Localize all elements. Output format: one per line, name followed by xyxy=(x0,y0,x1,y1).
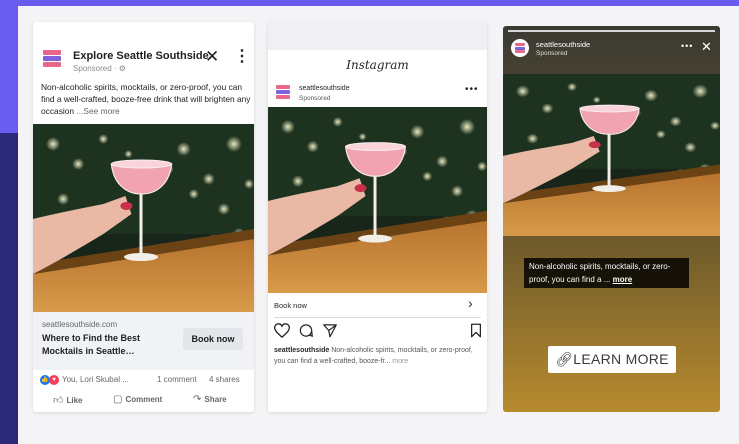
avatar[interactable] xyxy=(511,39,529,57)
sponsored-label: Sponsored xyxy=(536,50,568,57)
close-icon[interactable]: ✕ xyxy=(205,48,219,65)
instagram-feed-ad-preview: Instagram seattlesouthside Sponsored •••… xyxy=(268,22,487,412)
instagram-story-ad-preview: seattlesouthside Sponsored ••• ✕ Non-alc… xyxy=(503,26,720,412)
divider xyxy=(274,317,481,318)
more-icon[interactable]: ••• xyxy=(681,41,693,51)
comment-label: Comment xyxy=(125,395,163,404)
sponsored-label: Sponsored xyxy=(299,95,331,102)
like-label: Like xyxy=(66,396,83,405)
brand-logo-icon xyxy=(43,50,61,68)
story-progress-bar xyxy=(508,30,715,32)
brand-logo-icon xyxy=(276,85,290,99)
learn-more-button[interactable]: 🔗︎LEARN MORE xyxy=(548,346,676,373)
caption-more-link[interactable]: more xyxy=(390,358,408,365)
instagram-top-strip xyxy=(268,22,487,50)
book-now-button[interactable]: Book now xyxy=(274,301,307,310)
bookmark-icon[interactable] xyxy=(470,323,482,338)
like-button[interactable]: 👍︎ Like xyxy=(53,394,82,406)
close-icon[interactable]: ✕ xyxy=(701,39,712,55)
overlay-more-link[interactable]: more xyxy=(613,275,633,284)
see-more-link[interactable]: ...See more xyxy=(74,106,119,116)
heart-icon[interactable] xyxy=(274,323,290,338)
link-domain: seattlesouthside.com xyxy=(42,320,118,329)
sponsored-label: Sponsored · ⚙ xyxy=(73,64,126,73)
chevron-right-icon[interactable]: › xyxy=(468,295,473,311)
link-headline: Where to Find the Best Mocktails in Seat… xyxy=(42,333,141,356)
facebook-primary-text: Non-alcoholic spirits, mocktails, or zer… xyxy=(41,81,251,117)
story-username[interactable]: seattlesouthside xyxy=(536,40,590,49)
more-icon[interactable]: ⋮ xyxy=(234,48,250,65)
more-icon[interactable]: ••• xyxy=(465,84,479,95)
primary-text: Non-alcoholic spirits, mocktails, or zer… xyxy=(41,82,251,116)
facebook-link-preview[interactable]: seattlesouthside.com Where to Find the B… xyxy=(33,312,254,370)
ad-image[interactable] xyxy=(268,107,487,293)
comment-count[interactable]: 1 comment xyxy=(157,375,197,384)
instagram-wordmark: Instagram xyxy=(346,58,409,72)
share-label: Share xyxy=(204,395,227,404)
instagram-caption: seattlesouthside Non-alcoholic spirits, … xyxy=(274,345,482,367)
reaction-names[interactable]: You, Lori Skubal ... xyxy=(62,375,129,384)
share-count[interactable]: 4 shares xyxy=(209,375,240,384)
learn-more-label: LEARN MORE xyxy=(573,351,669,367)
ad-image[interactable] xyxy=(33,124,254,312)
ad-image xyxy=(503,74,720,236)
book-now-button[interactable]: Book now xyxy=(183,328,243,350)
instagram-username[interactable]: seattlesouthside xyxy=(299,85,350,92)
instagram-action-bar xyxy=(274,323,484,339)
love-reaction-icon: ♥ xyxy=(49,375,59,385)
thumbs-up-icon: 👍︎ xyxy=(53,395,64,406)
share-button[interactable]: ↷ Share xyxy=(193,394,227,405)
facebook-page-name[interactable]: Explore Seattle Southside xyxy=(73,50,209,62)
overlay-text: Non-alcoholic spirits, mocktails, or zer… xyxy=(529,262,671,284)
reactions-row: 👍 ♥ You, Lori Skubal ... 1 comment 4 sha… xyxy=(33,374,254,388)
comment-icon: ▢ xyxy=(113,394,123,405)
facebook-ad-preview: Explore Seattle Southside Sponsored · ⚙ … xyxy=(33,22,254,412)
caption-username[interactable]: seattlesouthside xyxy=(274,347,329,354)
comment-button[interactable]: ▢ Comment xyxy=(113,394,162,405)
send-icon[interactable] xyxy=(322,323,338,338)
brand-logo-icon xyxy=(515,43,525,53)
facebook-action-bar: 👍︎ Like ▢ Comment ↷ Share xyxy=(33,394,254,410)
link-icon: 🔗︎ xyxy=(555,351,574,367)
share-icon: ↷ xyxy=(193,394,202,405)
comment-icon[interactable] xyxy=(298,323,314,338)
story-text-overlay: Non-alcoholic spirits, mocktails, or zer… xyxy=(524,258,689,288)
